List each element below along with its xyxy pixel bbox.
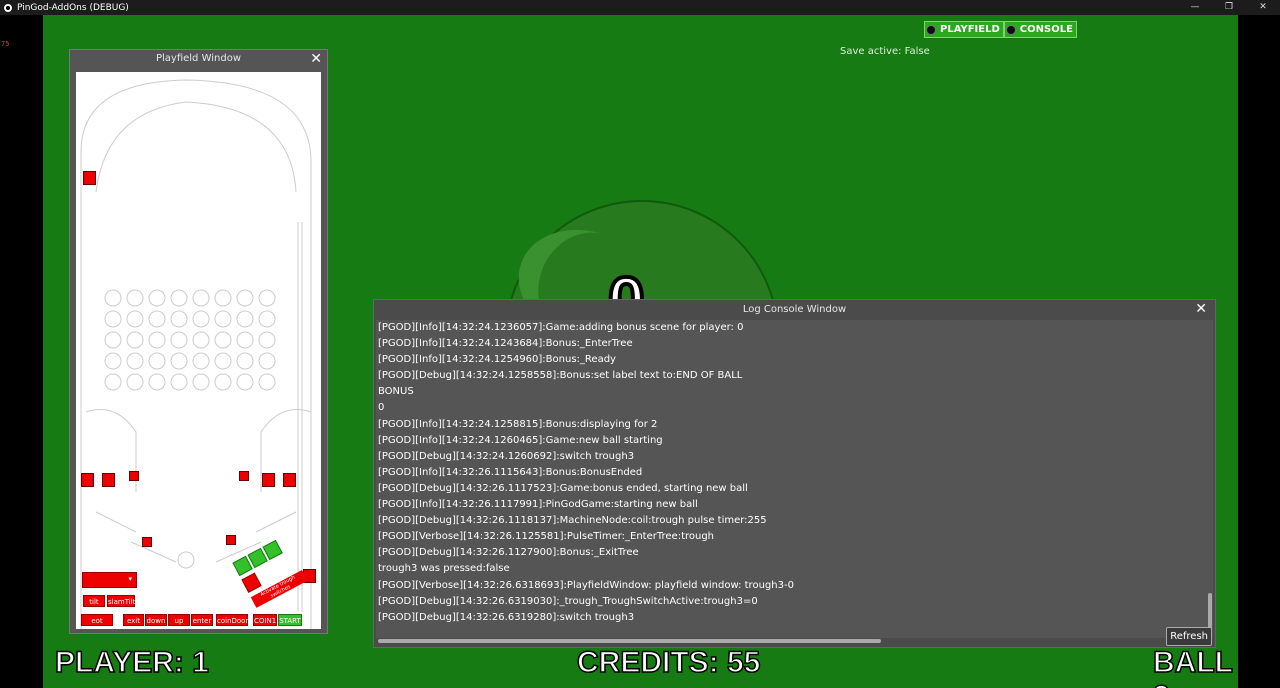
log-line: [PGOD][Info][14:32:24.1254960]:Bonus:_Re… (378, 354, 616, 366)
app-title: PinGod-AddOns (DEBUG) (17, 2, 129, 13)
playfield-board: ▾ Activate trough switches tilt slamTilt… (76, 72, 321, 629)
start-button[interactable]: START (278, 614, 302, 626)
coin-door-button[interactable]: coinDoor (216, 614, 248, 626)
vertical-scrollbar[interactable] (1207, 320, 1213, 638)
log-line: [PGOD][Info][14:32:26.1115643]:Bonus:Bon… (378, 466, 643, 478)
minimize-button[interactable]: — (1178, 0, 1212, 15)
playfield-window: Playfield Window ✕ ▾ Activate trough swi… (69, 49, 328, 634)
hud-ball: BALL 2 (1152, 645, 1233, 688)
slam-tilt-button[interactable]: slamTilt (107, 595, 135, 607)
mode-toggle-group: PLAYFIELD CONSOLE (924, 21, 1077, 38)
playfield-window-title: Playfield Window (155, 53, 242, 64)
playfield-toggle-button[interactable]: PLAYFIELD (924, 21, 1004, 38)
fps-counter: 75 (1, 40, 10, 48)
app-icon (4, 3, 12, 12)
log-line: [PGOD][Info][14:32:26.1117991]:PinGodGam… (378, 499, 698, 511)
log-line: trough3 was pressed:false (378, 563, 510, 575)
hud-player: PLAYER: 1 (54, 645, 209, 680)
close-icon[interactable]: ✕ (1195, 300, 1207, 319)
refresh-button[interactable]: Refresh (1166, 627, 1212, 646)
console-toggle-button[interactable]: CONSOLE (1003, 21, 1077, 38)
log-line: [PGOD][Debug][14:32:26.1118137]:MachineN… (378, 515, 767, 527)
switch-target[interactable] (283, 473, 296, 487)
log-line: [PGOD][Debug][14:32:24.1260692]:switch t… (378, 450, 635, 462)
switch-target[interactable] (129, 471, 139, 481)
log-line: [PGOD][Debug][14:32:26.1127900]:Bonus:_E… (378, 547, 639, 559)
close-window-button[interactable]: ✕ (1246, 0, 1280, 15)
log-line: 0 (378, 402, 385, 414)
tilt-button[interactable]: tilt (83, 595, 105, 607)
log-line: [PGOD][Debug][14:32:24.1258558]:Bonus:se… (378, 370, 743, 382)
log-console-window: Log Console Window ✕ [PGOD][Info][14:32:… (373, 299, 1216, 648)
enter-button[interactable]: enter (191, 614, 213, 626)
log-line: [PGOD][Verbose][14:32:26.1125581]:PulseT… (378, 531, 715, 543)
switch-target[interactable] (226, 535, 236, 545)
switch-target[interactable] (102, 473, 115, 487)
switch-target[interactable] (262, 473, 275, 487)
hud-credits: CREDITS: 55 (576, 645, 761, 680)
switch-target[interactable] (239, 471, 249, 481)
log-window-title: Log Console Window (742, 304, 847, 315)
close-icon[interactable]: ✕ (310, 50, 322, 68)
switch-target[interactable] (83, 171, 96, 185)
eot-button[interactable]: eot (81, 614, 113, 626)
log-line: [PGOD][Info][14:32:24.1243684]:Bonus:_En… (378, 338, 633, 350)
dropdown-select[interactable]: ▾ (82, 572, 137, 588)
log-window-titlebar[interactable]: Log Console Window ✕ (374, 300, 1215, 320)
log-line: [PGOD][Debug][14:32:26.6319280]:switch t… (378, 611, 635, 623)
log-line: [PGOD][Debug][14:32:26.1117523]:Game:bon… (378, 482, 748, 494)
log-line: [PGOD][Info][14:32:24.1236057]:Game:addi… (378, 322, 744, 333)
down-button[interactable]: down (145, 614, 167, 626)
maximize-button[interactable]: ❐ (1212, 0, 1246, 15)
switch-target[interactable] (142, 537, 152, 547)
switch-target[interactable] (81, 473, 94, 487)
coin1-button[interactable]: COIN1 (253, 614, 277, 626)
log-line: BONUS (378, 386, 414, 398)
app-titlebar: PinGod-AddOns (DEBUG) — ❐ ✕ (0, 0, 1280, 15)
log-line: [PGOD][Verbose][14:32:26.6318693]:Playfi… (378, 579, 794, 591)
radio-icon (1005, 24, 1016, 35)
log-line: [PGOD][Debug][14:32:26.6319030]:_trough_… (378, 595, 758, 607)
log-line: [PGOD][Info][14:32:24.1260465]:Game:new … (378, 434, 663, 446)
log-line: [PGOD][Info][14:32:24.1258815]:Bonus:dis… (378, 418, 658, 430)
playfield-window-titlebar[interactable]: Playfield Window ✕ (70, 50, 327, 70)
radio-icon (926, 24, 936, 35)
save-active-status: Save active: False (840, 46, 930, 57)
up-button[interactable]: up (168, 614, 190, 626)
window-controls: — ❐ ✕ (1178, 0, 1280, 15)
horizontal-scrollbar[interactable] (378, 638, 1178, 644)
log-output[interactable]: [PGOD][Info][14:32:24.1236057]:Game:addi… (376, 320, 1209, 638)
exit-button[interactable]: exit (123, 614, 144, 626)
